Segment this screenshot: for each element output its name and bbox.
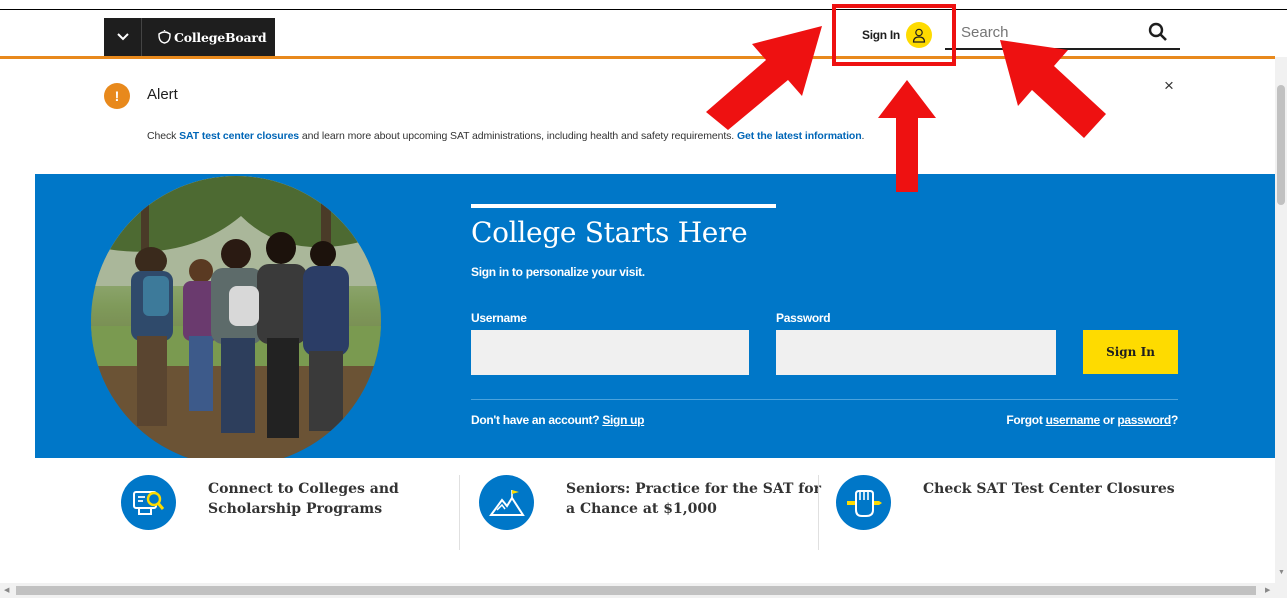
horizontal-scrollbar[interactable]: ◀ ▶ [0,583,1287,598]
close-icon[interactable]: × [1164,76,1174,96]
promo-title: Seniors: Practice for the SAT for a Chan… [566,481,822,517]
password-label: Password [776,311,831,325]
hero-section: College Starts Here Sign in to personali… [35,174,1275,458]
computer-search-icon [121,475,176,530]
promo-test-center-closures[interactable]: Check SAT Test Center Closures [836,475,1183,530]
alert-text-middle: and learn more about upcoming SAT admini… [299,130,737,142]
hero-title: College Starts Here [471,216,748,249]
window-top-edge [0,0,1287,9]
question-mark: ? [1170,413,1178,427]
vertical-scrollbar[interactable]: ▼ [1275,57,1287,583]
sign-in-button[interactable]: Sign In [1083,330,1178,374]
promo-title: Connect to Colleges and Scholarship Prog… [208,481,399,517]
forgot-label: Forgot [1006,413,1046,427]
annotation-highlight-box [832,4,956,66]
no-account-text: Don't have an account? Sign up [471,413,645,427]
password-input[interactable] [776,330,1056,375]
annotation-arrow-icon [706,26,822,130]
hero-subtitle: Sign in to personalize your visit. [471,265,645,279]
acorn-icon [158,30,171,44]
search-icon[interactable] [1148,22,1168,42]
forgot-password-link[interactable]: password [1117,413,1171,427]
chevron-down-icon [116,33,129,41]
promo-practice-sat[interactable]: Seniors: Practice for the SAT for a Chan… [479,475,826,530]
forgot-credentials: Forgot username or password? [1006,413,1178,427]
sign-up-link[interactable]: Sign up [602,413,644,427]
window-top-border [0,9,1287,10]
annotation-arrow-icon [878,80,936,192]
menu-toggle-button[interactable] [104,18,142,56]
forgot-username-link[interactable]: username [1046,413,1101,427]
alert-title: Alert [147,86,178,103]
or-label: or [1099,413,1118,427]
annotation-arrow-icon [1000,40,1106,138]
promo-connect-colleges[interactable]: Connect to Colleges and Scholarship Prog… [121,475,468,530]
hero-divider [471,399,1178,400]
test-center-closures-link[interactable]: SAT test center closures [179,130,299,142]
no-account-label: Don't have an account? [471,413,603,427]
promo-title: Check SAT Test Center Closures [923,481,1175,497]
promo-separator [818,475,819,550]
hero-title-rule [471,204,776,208]
students-photo [91,176,381,458]
promo-separator [459,475,460,550]
scroll-down-arrow-icon[interactable]: ▼ [1278,569,1285,576]
vertical-scroll-thumb[interactable] [1277,85,1285,205]
username-input[interactable] [471,330,749,375]
alert-text-prefix: Check [147,130,180,142]
scroll-right-arrow-icon[interactable]: ▶ [1265,586,1270,594]
username-label: Username [471,311,527,325]
alert-text-suffix: . [861,130,865,142]
collegeboard-logo[interactable]: CollegeBoard [142,18,275,56]
alert-icon: ! [104,83,130,109]
scroll-left-arrow-icon[interactable]: ◀ [4,586,9,594]
horizontal-scroll-thumb[interactable] [16,586,1256,595]
fist-pencil-icon [836,475,891,530]
mountain-flag-icon [479,475,534,530]
logo-text: CollegeBoard [174,29,267,45]
